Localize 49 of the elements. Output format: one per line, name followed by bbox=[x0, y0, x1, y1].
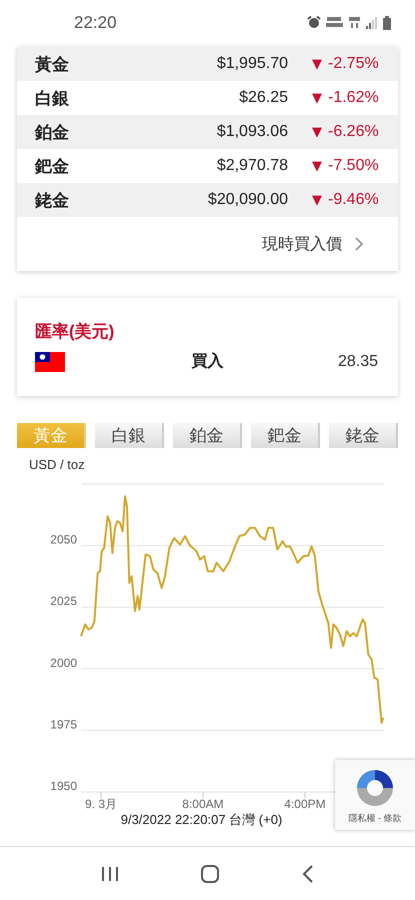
metal-tab[interactable]: 銠金 bbox=[329, 423, 398, 448]
price-value: $1,995.70 bbox=[216, 55, 288, 73]
price-value: $20,090.00 bbox=[206, 191, 288, 209]
x-tick-label: 4:00PM bbox=[284, 797, 326, 811]
change-percent: -9.46% bbox=[328, 191, 379, 209]
metal-name: 鈀金 bbox=[35, 156, 70, 178]
signal-icon bbox=[366, 16, 378, 28]
trend-arrow: ▼ bbox=[312, 158, 322, 174]
alarm-icon bbox=[307, 16, 321, 29]
price-value: $2,970.78 bbox=[216, 157, 288, 175]
axis-unit: USD / toz bbox=[29, 457, 86, 472]
price-value: $1,093.06 bbox=[216, 123, 288, 141]
buy-price-link[interactable]: 現時買入價 bbox=[262, 234, 342, 254]
chart-timestamp: 9/3/2022 22:20:07 台灣 (+0) bbox=[120, 812, 282, 827]
trend-arrow: ▼ bbox=[312, 90, 322, 106]
metal-name: 黃金 bbox=[35, 54, 70, 76]
metal-tab[interactable]: 鈀金 bbox=[251, 423, 320, 448]
metal-tab[interactable]: 白銀 bbox=[95, 423, 164, 448]
exchange-rate: 28.35 bbox=[336, 352, 379, 370]
change-percent: -2.75% bbox=[328, 55, 379, 73]
privacy-terms[interactable]: 隱私權 - 條款 bbox=[348, 812, 402, 824]
price-value: $26.25 bbox=[238, 89, 288, 107]
metal-name: 白銀 bbox=[35, 88, 70, 110]
recaptcha-badge[interactable]: 隱私權 - 條款 bbox=[335, 760, 415, 830]
y-tick-label: 1975 bbox=[50, 717, 77, 732]
trend-arrow: ▼ bbox=[312, 56, 322, 72]
metal-tab[interactable]: 鉑金 bbox=[173, 423, 242, 448]
flag-icon bbox=[35, 352, 65, 372]
y-tick-label: 2000 bbox=[50, 656, 77, 670]
buy-label: 買入 bbox=[192, 351, 224, 372]
trend-arrow: ▼ bbox=[312, 192, 322, 208]
change-percent: -1.62% bbox=[328, 89, 379, 107]
change-percent: -7.50% bbox=[328, 157, 379, 175]
battery-icon bbox=[383, 16, 391, 30]
back-icon[interactable] bbox=[302, 864, 314, 882]
y-tick-label: 2025 bbox=[50, 594, 77, 608]
change-percent: -6.26% bbox=[328, 123, 379, 141]
exchange-title: 匯率(美元) bbox=[35, 321, 116, 343]
home-icon[interactable] bbox=[200, 864, 220, 884]
x-tick-label: 9. 3月 bbox=[85, 797, 118, 811]
y-tick-label: 1950 bbox=[50, 779, 77, 793]
chevron-right-icon[interactable] bbox=[354, 236, 364, 252]
y-tick-label: 2050 bbox=[50, 532, 77, 547]
x-tick-label: 8:00AM bbox=[182, 797, 224, 811]
status-time: 22:20 bbox=[74, 12, 117, 32]
recent-apps-icon[interactable] bbox=[100, 866, 119, 882]
metal-name: 鉑金 bbox=[35, 122, 70, 144]
trend-arrow: ▼ bbox=[312, 124, 322, 140]
metal-name: 銠金 bbox=[35, 190, 70, 212]
